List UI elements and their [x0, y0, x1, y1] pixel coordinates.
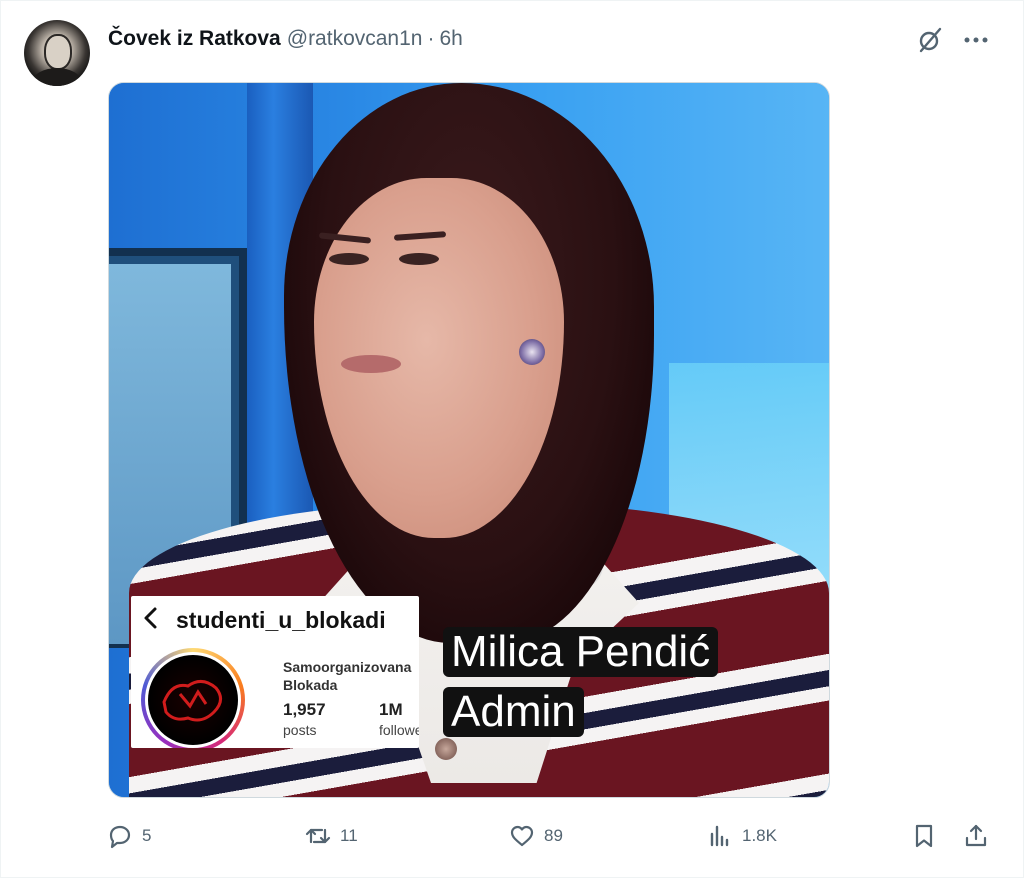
tweet-header: Čovek iz Ratkova @ratkovcan1n · 6h	[108, 26, 463, 52]
grok-icon[interactable]	[912, 22, 948, 58]
tweet-media-image[interactable]: studenti_u_blokadi Samoorganizovana Blok…	[108, 82, 830, 798]
share-button[interactable]	[962, 814, 990, 858]
tweet-action-bar: 5 11 89 1.8K	[96, 814, 1006, 858]
heart-icon	[510, 825, 534, 847]
avatar-shoulders	[32, 68, 82, 86]
avatar-face	[46, 36, 70, 68]
eye	[399, 253, 439, 265]
instagram-bio-line: Samoorganizovana	[283, 659, 412, 675]
instagram-username: studenti_u_blokadi	[176, 607, 386, 633]
video-caption-name: Milica Pendić	[443, 627, 719, 677]
author-handle[interactable]: @ratkovcan1n	[287, 27, 423, 51]
instagram-posts-count: 1,957	[283, 700, 326, 719]
instagram-followers-count: 1M	[379, 700, 403, 719]
instagram-bio-line: Blokada	[283, 677, 338, 693]
reply-count: 5	[142, 826, 152, 845]
reply-icon	[109, 825, 131, 849]
views-count: 1.8K	[742, 826, 777, 845]
lips	[341, 355, 401, 373]
analytics-icon	[710, 825, 729, 847]
instagram-profile-overlay: studenti_u_blokadi Samoorganizovana Blok…	[131, 596, 419, 748]
video-caption-role: Admin	[443, 687, 584, 737]
bookmark-button[interactable]	[910, 814, 938, 858]
red-emblem-icon	[148, 655, 238, 745]
like-count: 89	[544, 826, 563, 845]
instagram-posts-label: posts	[283, 722, 317, 738]
like-button[interactable]: 89	[508, 814, 563, 858]
separator-dot: ·	[427, 27, 435, 50]
author-avatar[interactable]	[24, 20, 90, 86]
instagram-avatar	[141, 648, 245, 748]
repost-icon	[305, 828, 331, 844]
instagram-bio: Samoorganizovana Blokada	[283, 658, 411, 694]
back-chevron-icon	[141, 606, 161, 630]
share-icon	[965, 824, 987, 847]
eye	[329, 253, 369, 265]
tweet-timestamp[interactable]: 6h	[439, 27, 462, 51]
author-display-name[interactable]: Čovek iz Ratkova	[108, 27, 281, 51]
reply-button[interactable]: 5	[106, 814, 151, 858]
bookmark-icon	[915, 824, 933, 848]
instagram-followers-label: followers	[379, 722, 419, 738]
earring	[519, 339, 545, 365]
more-options-icon[interactable]	[958, 22, 994, 58]
views-button[interactable]: 1.8K	[706, 814, 777, 858]
repost-button[interactable]: 11	[304, 814, 358, 858]
shirt-button	[435, 738, 457, 760]
repost-count: 11	[340, 826, 358, 845]
